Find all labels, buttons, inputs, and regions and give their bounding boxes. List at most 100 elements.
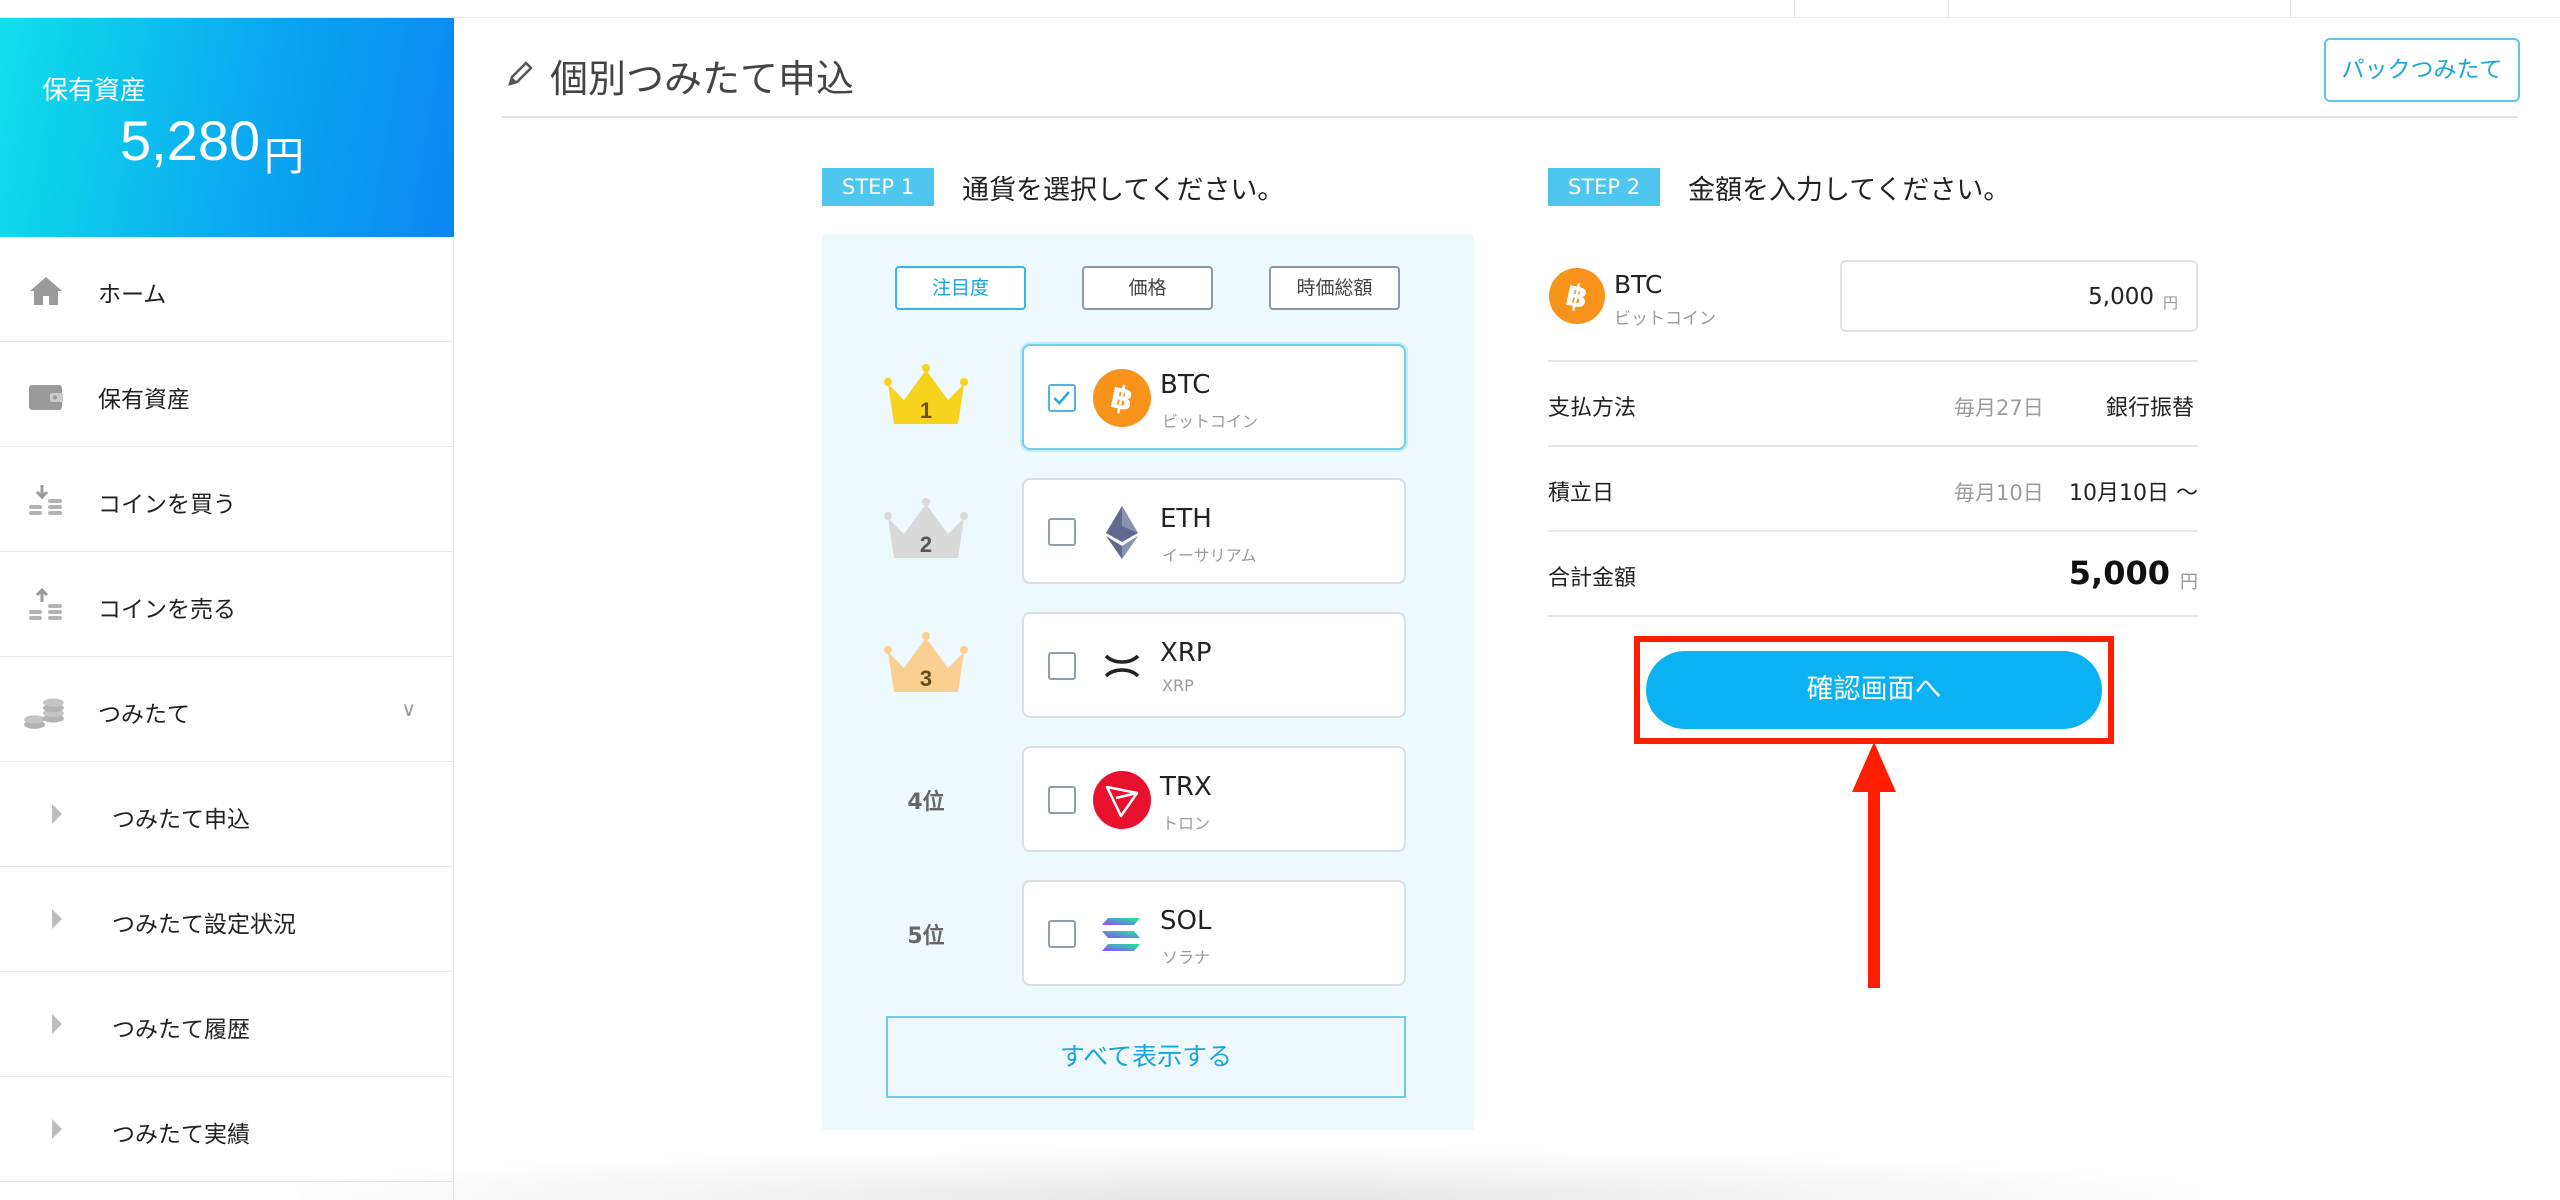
sort-price-button[interactable]: 価格	[1082, 266, 1213, 310]
sidebar-item-label: つみたて実績	[112, 1122, 250, 1148]
caret-right-icon	[52, 909, 62, 929]
coin-checkbox[interactable]	[1048, 920, 1076, 948]
caret-right-icon	[52, 804, 62, 824]
sidebar: 保有資産 5,280 円 ホーム 保有資産 コインを買う コインを売る つみたて…	[0, 18, 454, 1200]
selected-coin-name: ビットコイン	[1614, 309, 1716, 329]
total-amount-unit: 円	[2180, 572, 2198, 593]
sidebar-item-buy[interactable]: コインを買う	[0, 447, 454, 552]
sidebar-item-label: ホーム	[98, 282, 167, 308]
coin-symbol: BTC	[1160, 370, 1211, 400]
divider	[1948, 0, 1949, 17]
app-root: 保有資産 5,280 円 ホーム 保有資産 コインを買う コインを売る つみたて…	[0, 0, 2560, 1200]
caret-right-icon	[52, 1014, 62, 1034]
coin-symbol: TRX	[1160, 772, 1212, 802]
step2-tag: STEP 2	[1548, 168, 1661, 206]
sort-market-cap-button[interactable]: 時価総額	[1269, 266, 1400, 310]
sidebar-subitem-history[interactable]: つみたて履歴	[0, 972, 454, 1077]
total-amount-label: 合計金額	[1548, 566, 1637, 591]
coin-name: ソラナ	[1162, 948, 1211, 967]
wallet-icon	[29, 385, 63, 410]
coin-checkbox[interactable]	[1048, 786, 1076, 814]
xrp-logo-icon	[1104, 654, 1140, 678]
coin-option-sol[interactable]: SOL ソラナ	[1022, 880, 1406, 986]
sidebar-item-label: つみたて設定状況	[112, 912, 296, 938]
divider	[1794, 0, 1795, 17]
ethereum-logo-icon	[1106, 506, 1138, 559]
sidebar-subitem-settings-status[interactable]: つみたて設定状況	[0, 867, 454, 972]
sidebar-item-label: つみたて申込	[112, 807, 250, 833]
coin-name: ビットコイン	[1162, 412, 1259, 431]
rank-number: 5位	[907, 924, 945, 949]
coin-symbol: SOL	[1160, 906, 1212, 936]
accumulation-date-value: 10月10日 〜	[2069, 481, 2198, 506]
bitcoin-logo-icon: ฿	[1093, 369, 1151, 427]
amount-input[interactable]: 5,000 円	[1840, 260, 2198, 332]
payment-date-note: 毎月27日	[1954, 396, 2044, 420]
rank-number: 1	[920, 398, 932, 423]
pencil-icon	[508, 61, 533, 86]
page-header: 個別つみたて申込 パックつみたて	[502, 18, 2520, 118]
accumulation-date-note: 毎月10日	[1954, 481, 2044, 505]
sort-attention-button[interactable]: 注目度	[895, 266, 1026, 310]
sidebar-subitem-apply[interactable]: つみたて申込	[0, 762, 454, 867]
pack-tsumitate-button[interactable]: パックつみたて	[2324, 38, 2520, 102]
coin-symbol: ETH	[1160, 504, 1212, 534]
confirm-button[interactable]: 確認画面へ	[1646, 651, 2102, 729]
red-arrow-icon	[1852, 742, 1896, 988]
caret-right-icon	[52, 1119, 62, 1139]
sidebar-item-sell[interactable]: コインを売る	[0, 552, 454, 657]
coin-symbol: XRP	[1160, 638, 1212, 668]
solana-logo-icon	[1102, 918, 1140, 951]
balance-label: 保有資産	[42, 76, 147, 106]
chevron-down-icon: ∨	[401, 697, 416, 721]
silver-crown-icon: 2	[884, 498, 968, 558]
rank-number: 3	[920, 666, 932, 691]
accumulation-date-label: 積立日	[1548, 481, 1615, 506]
coin-option-btc[interactable]: ฿ BTC ビットコイン	[1022, 344, 1406, 450]
sidebar-item-label: 保有資産	[98, 387, 190, 413]
rank-number: 2	[920, 532, 932, 557]
amount-unit: 円	[2162, 294, 2178, 312]
page-title: 個別つみたて申込	[550, 57, 855, 101]
home-icon	[30, 277, 62, 305]
sidebar-item-tsumitate[interactable]: つみたて ∨	[0, 657, 454, 762]
coin-option-trx[interactable]: TRX トロン	[1022, 746, 1406, 852]
coin-checkbox[interactable]	[1048, 652, 1076, 680]
tron-logo-icon	[1093, 771, 1151, 829]
coin-select-panel: 注目度 価格 時価総額 1 ฿ BTC ビットコイン 2 ETH イーサリアム …	[822, 234, 1474, 1130]
rank-number: 4位	[907, 790, 945, 815]
buy-coins-icon	[29, 485, 62, 515]
step1-instruction: 通貨を選択してください。	[962, 175, 1285, 206]
top-strip	[0, 0, 2560, 18]
check-icon	[1053, 391, 1070, 406]
sidebar-nav: ホーム 保有資産 コインを買う コインを売る つみたて ∨ つみたて申込 つみた…	[0, 237, 454, 1182]
coin-name: XRP	[1162, 676, 1194, 695]
sidebar-item-label: つみたて履歴	[112, 1017, 250, 1043]
step1-tag: STEP 1	[822, 168, 935, 206]
sidebar-item-label: コインを買う	[98, 492, 236, 518]
sidebar-item-assets[interactable]: 保有資産	[0, 342, 454, 447]
bitcoin-logo-icon: ฿	[1548, 267, 1606, 325]
total-amount-value: 5,000	[2068, 554, 2170, 592]
balance-amount: 5,280	[120, 109, 261, 172]
balance-panel[interactable]: 保有資産 5,280 円	[0, 18, 454, 237]
payment-method-label: 支払方法	[1548, 396, 1637, 421]
sidebar-item-label: コインを売る	[98, 597, 236, 623]
coin-checkbox[interactable]	[1048, 518, 1076, 546]
bronze-crown-icon: 3	[884, 632, 968, 692]
accumulation-date-row: 積立日 毎月10日 10月10日 〜	[1548, 447, 2198, 532]
show-all-button[interactable]: すべて表示する	[886, 1016, 1406, 1098]
coin-option-xrp[interactable]: XRP XRP	[1022, 612, 1406, 718]
sidebar-item-label: つみたて	[98, 702, 190, 728]
sidebar-item-home[interactable]: ホーム	[0, 237, 454, 342]
coin-checkbox[interactable]	[1048, 384, 1076, 412]
selected-coin-symbol: BTC	[1614, 270, 1663, 299]
amount-form: ฿ BTC ビットコイン 5,000 円 支払方法 毎月27日 銀行振替 積立日…	[1548, 234, 2198, 617]
selected-coin-row: ฿ BTC ビットコイン 5,000 円	[1548, 234, 2198, 362]
coin-name: トロン	[1162, 814, 1211, 833]
bottom-shadow	[300, 1150, 2200, 1200]
amount-value: 5,000	[2088, 284, 2154, 310]
payment-method-value: 銀行振替	[2105, 396, 2194, 421]
coin-option-eth[interactable]: ETH イーサリアム	[1022, 478, 1406, 584]
gold-crown-icon: 1	[884, 364, 968, 424]
